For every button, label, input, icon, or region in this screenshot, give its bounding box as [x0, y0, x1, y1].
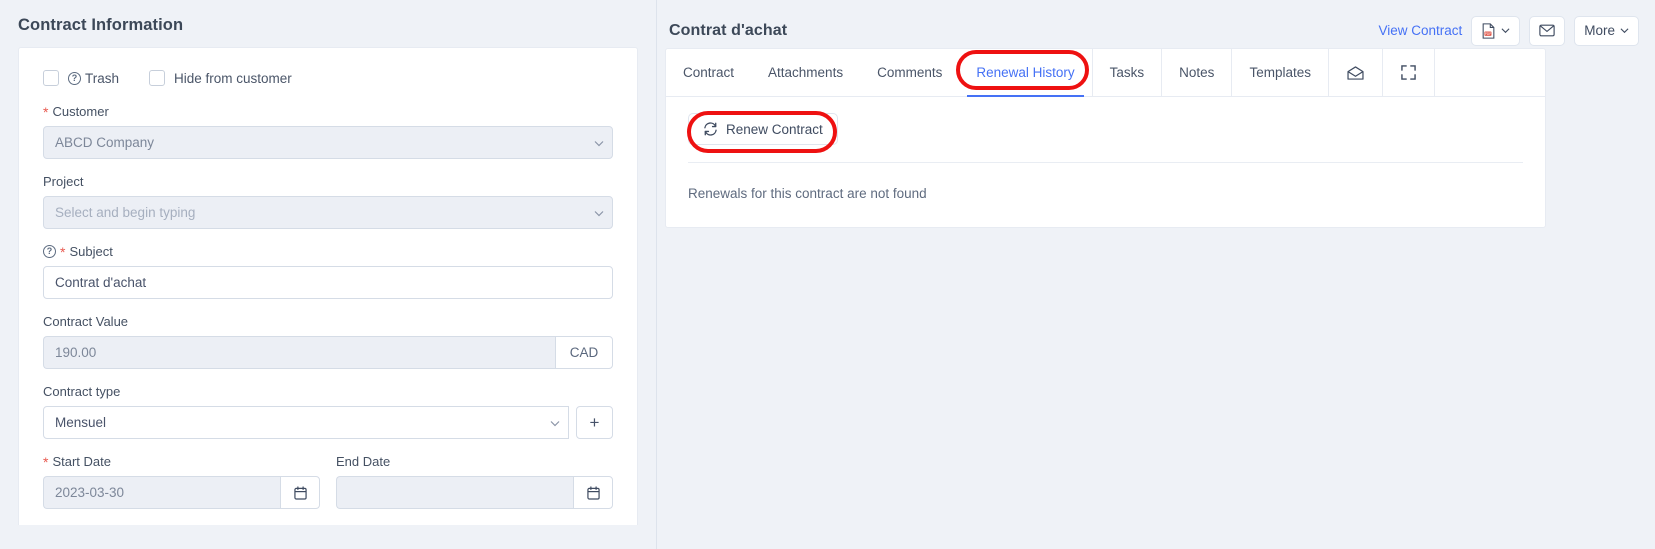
project-field: Project Select and begin typing	[43, 174, 613, 229]
tab-bar-filler	[1433, 49, 1545, 96]
contract-type-label: Contract type	[43, 384, 121, 399]
tab-comments[interactable]: Comments	[860, 49, 959, 96]
currency-suffix: CAD	[555, 336, 613, 369]
contract-information-panel: Contract Information ? Trash Hide from c…	[0, 0, 657, 549]
customer-select[interactable]: ABCD Company	[43, 126, 613, 159]
tab-attachments[interactable]: Attachments	[751, 49, 860, 96]
view-contract-link[interactable]: View Contract	[1378, 23, 1462, 38]
renewal-history-card: Contract Attachments Comments Renewal Hi…	[665, 48, 1546, 228]
start-date-control: 2023-03-30	[43, 476, 320, 509]
trash-checkbox[interactable]	[43, 70, 59, 86]
tab-templates[interactable]: Templates	[1231, 49, 1328, 96]
tab-renewal-history[interactable]: Renewal History	[959, 49, 1091, 97]
start-date-label: * Start Date	[43, 454, 320, 469]
trash-label-text: Trash	[85, 70, 120, 86]
email-button[interactable]	[1529, 15, 1566, 46]
required-asterisk: *	[43, 103, 49, 120]
hide-from-customer-checkbox[interactable]	[149, 70, 166, 86]
empty-state-message: Renewals for this contract are not found	[688, 186, 927, 201]
open-envelope-icon	[1347, 65, 1364, 80]
contract-value-input[interactable]: 190.00	[43, 336, 555, 369]
contract-form-card: ? Trash Hide from customer * Customer AB…	[18, 47, 638, 525]
contract-type-select-wrap[interactable]: Mensuel	[43, 406, 569, 439]
end-date-control	[336, 476, 613, 509]
contract-title: Contrat d'achat	[669, 21, 788, 39]
contract-value-label: Contract Value	[43, 314, 129, 329]
tab-notes[interactable]: Notes	[1161, 49, 1231, 96]
trash-checkbox-label: ? Trash	[68, 71, 119, 86]
customer-field: * Customer ABCD Company	[43, 104, 613, 159]
end-date-calendar-button[interactable]	[573, 476, 613, 509]
add-contract-type-button[interactable]: +	[576, 406, 613, 439]
contract-detail-panel: Contrat d'achat View Contract PDF More C…	[657, 0, 1655, 549]
customer-label-text: Customer	[52, 104, 109, 119]
start-date-calendar-button[interactable]	[280, 476, 320, 509]
project-select[interactable]: Select and begin typing	[43, 196, 613, 229]
expand-icon	[1401, 65, 1416, 80]
required-asterisk: *	[60, 243, 66, 260]
tab-contract[interactable]: Contract	[666, 49, 751, 96]
app-root: Contract Information ? Trash Hide from c…	[0, 0, 1655, 549]
chevron-down-icon	[1620, 28, 1629, 34]
contract-type-group: Mensuel +	[43, 406, 613, 439]
svg-text:PDF: PDF	[1485, 32, 1491, 36]
envelope-icon	[1539, 24, 1555, 37]
renewal-history-body: Renew Contract Renewals for this contrac…	[666, 97, 1545, 201]
end-date-label: End Date	[336, 454, 391, 469]
subject-field: ? * Subject Contrat d'achat	[43, 244, 613, 299]
contract-type-field: Contract type Mensuel +	[43, 384, 613, 439]
renew-contract-button[interactable]: Renew Contract	[688, 113, 838, 145]
checkbox-row: ? Trash Hide from customer	[43, 70, 613, 86]
hide-from-customer-label: Hide from customer	[174, 70, 292, 86]
subject-input[interactable]: Contrat d'achat	[43, 266, 613, 299]
pdf-file-icon: PDF	[1482, 22, 1495, 39]
help-icon[interactable]: ?	[43, 245, 56, 258]
subject-label: ? * Subject	[43, 244, 613, 259]
calendar-icon	[293, 485, 307, 500]
project-label: Project	[43, 174, 84, 189]
pdf-dropdown-button[interactable]: PDF	[1471, 15, 1521, 46]
page-title: Contract Information	[18, 16, 184, 34]
tab-tasks[interactable]: Tasks	[1091, 49, 1162, 96]
end-date-field: End Date	[336, 454, 613, 509]
tab-bar: Contract Attachments Comments Renewal Hi…	[666, 49, 1545, 97]
project-select-wrap[interactable]: Select and begin typing	[43, 196, 613, 229]
contract-value-field: Contract Value 190.00 CAD	[43, 314, 613, 369]
start-date-input[interactable]: 2023-03-30	[43, 476, 280, 509]
header-actions: View Contract PDF More	[1378, 15, 1639, 46]
detail-header: Contrat d'achat View Contract PDF More	[657, 0, 1655, 48]
customer-label: * Customer	[43, 104, 613, 119]
refresh-icon	[704, 122, 717, 136]
help-icon[interactable]: ?	[68, 71, 81, 85]
contract-value-group: 190.00 CAD	[43, 336, 613, 369]
end-date-input[interactable]	[336, 476, 573, 509]
tab-expand[interactable]	[1381, 49, 1434, 96]
renew-contract-label: Renew Contract	[726, 121, 823, 137]
more-label: More	[1584, 23, 1615, 38]
tab-inbox[interactable]	[1327, 49, 1382, 96]
contract-type-select[interactable]: Mensuel	[43, 406, 569, 439]
more-dropdown-button[interactable]: More	[1574, 15, 1639, 46]
chevron-down-icon	[1501, 28, 1510, 34]
start-date-label-text: Start Date	[52, 454, 111, 469]
date-row: * Start Date 2023-03-30 End Date	[43, 454, 613, 509]
calendar-icon	[586, 485, 600, 500]
subject-label-text: Subject	[69, 244, 113, 259]
start-date-field: * Start Date 2023-03-30	[43, 454, 320, 509]
required-asterisk: *	[43, 453, 49, 470]
customer-select-wrap[interactable]: ABCD Company	[43, 126, 613, 159]
